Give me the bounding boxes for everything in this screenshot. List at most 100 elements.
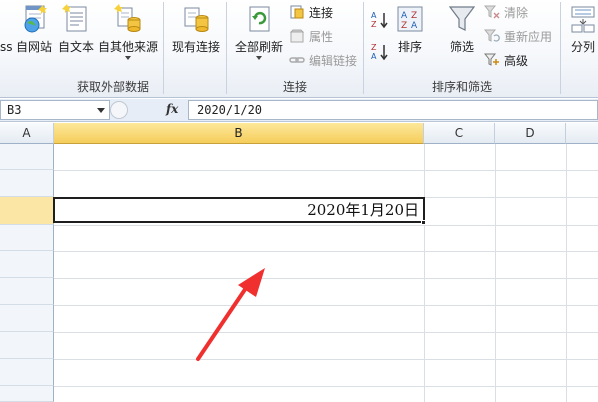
formula-controls: fx: [110, 101, 188, 119]
gridline: [54, 359, 598, 360]
gridline: [495, 144, 496, 402]
row-header[interactable]: [0, 278, 54, 305]
from-access-button-partial[interactable]: ss: [0, 37, 13, 57]
gridline: [54, 305, 598, 306]
chevron-down-icon[interactable]: [97, 108, 105, 113]
chevron-down-icon: [256, 56, 262, 60]
from-web-button[interactable]: 自网站: [12, 2, 56, 68]
clear-filter-icon: [484, 5, 500, 19]
sort-descending-button[interactable]: Z A: [370, 42, 390, 62]
clear-label: 清除: [504, 5, 529, 20]
name-box-value: B3: [7, 103, 22, 117]
clear-filter-button[interactable]: 清除: [484, 2, 528, 22]
annotation-arrow-icon: [196, 268, 265, 361]
advanced-label: 高级: [504, 53, 529, 68]
svg-text:A: A: [401, 11, 408, 21]
from-other-sources-label: 自其他来源: [97, 40, 158, 54]
filter-funnel-icon: [448, 6, 476, 31]
advanced-filter-button[interactable]: 高级: [484, 50, 528, 70]
existing-connections-button[interactable]: 现有连接: [168, 2, 224, 68]
reapply-icon: [484, 29, 500, 42]
group-connections: 全部刷新 连接 属性 编辑链接 连接: [227, 0, 363, 98]
gridline: [54, 170, 598, 171]
row-header[interactable]: [0, 170, 54, 197]
sort-ascending-icon: A Z: [371, 11, 388, 29]
connections-icon: [290, 5, 304, 19]
column-header-label: B: [234, 126, 243, 140]
row-header[interactable]: [0, 251, 54, 278]
edit-links-label: 编辑链接: [309, 53, 358, 68]
group-data-tools: 分列: [561, 0, 598, 98]
reapply-label: 重新应用: [504, 29, 553, 44]
svg-text:A: A: [411, 21, 418, 31]
svg-text:A: A: [371, 52, 377, 61]
connections-button[interactable]: 连接: [289, 2, 333, 22]
fill-handle[interactable]: [421, 220, 426, 225]
group-sort-filter: A Z Z A A Z Z A 排序 筛选 清除 重新应用 高级 排序和筛选: [364, 0, 560, 98]
group-get-external-data: ss 自网站 自文本 自其他来源 现有连接 获取外部数据: [0, 0, 226, 98]
text-to-columns-button[interactable]: 分列: [563, 2, 598, 68]
column-header-label: C: [454, 126, 464, 140]
svg-text:Z: Z: [401, 21, 407, 31]
column-header-label: D: [525, 126, 535, 140]
row-header[interactable]: [0, 305, 54, 332]
gridline: [54, 386, 598, 387]
column-header-d[interactable]: D: [495, 123, 566, 144]
column-header-c[interactable]: C: [424, 123, 495, 144]
group-label-sort-filter: 排序和筛选: [431, 80, 492, 94]
existing-connections-icon: [184, 7, 209, 32]
refresh-icon: [249, 6, 270, 32]
sort-label: 排序: [397, 40, 422, 54]
worksheet-grid[interactable]: A B C D 2020年1月20日: [0, 123, 598, 402]
link-icon: [289, 57, 305, 63]
row-header-selected[interactable]: [0, 197, 54, 225]
connections-label: 连接: [309, 5, 334, 20]
cell-b3[interactable]: 2020年1月20日: [53, 197, 425, 223]
filter-label: 筛选: [449, 40, 474, 54]
sort-dialog-icon: A Z Z A: [397, 6, 423, 32]
row-header[interactable]: [0, 144, 54, 170]
filter-button[interactable]: 筛选: [442, 2, 482, 68]
name-box[interactable]: B3: [0, 100, 110, 120]
insert-function-icon[interactable]: fx: [166, 102, 178, 116]
properties-label: 属性: [309, 29, 334, 44]
properties-button[interactable]: 属性: [289, 26, 333, 46]
row-header[interactable]: [0, 359, 54, 386]
column-header-e[interactable]: [566, 123, 598, 144]
edit-links-button[interactable]: 编辑链接: [289, 50, 357, 70]
text-file-icon: [62, 4, 87, 32]
from-other-sources-button[interactable]: 自其他来源: [96, 2, 160, 68]
column-header-a[interactable]: A: [0, 123, 54, 144]
advanced-filter-icon: [484, 53, 499, 66]
sort-button[interactable]: A Z Z A 排序: [392, 2, 428, 68]
row-header[interactable]: [0, 225, 54, 251]
svg-text:Z: Z: [371, 43, 377, 52]
svg-text:Z: Z: [371, 20, 377, 29]
text-to-columns-label: 分列: [570, 40, 595, 54]
gridline: [424, 144, 425, 402]
cancel-entry-button[interactable]: [110, 101, 128, 119]
formula-bar: B3 fx 2020/1/20: [0, 99, 598, 122]
gridline: [566, 144, 567, 402]
svg-text:A: A: [371, 11, 377, 20]
from-text-button[interactable]: 自文本: [56, 2, 96, 68]
sort-descending-icon: Z A: [371, 43, 388, 61]
properties-icon: [289, 29, 305, 43]
group-label-connections: 连接: [282, 80, 307, 94]
refresh-all-label: 全部刷新: [234, 40, 283, 54]
formula-value: 2020/1/20: [197, 103, 263, 117]
gridline: [54, 225, 598, 226]
formula-input[interactable]: 2020/1/20: [188, 100, 598, 120]
refresh-all-button[interactable]: 全部刷新: [231, 2, 287, 68]
gridline: [54, 332, 598, 333]
svg-text:Z: Z: [411, 11, 417, 21]
row-header[interactable]: [0, 386, 54, 402]
column-header-label: A: [22, 126, 31, 140]
sort-ascending-button[interactable]: A Z: [370, 10, 390, 30]
existing-connections-label: 现有连接: [171, 40, 220, 54]
reapply-button[interactable]: 重新应用: [484, 26, 552, 46]
ribbon: ss 自网站 自文本 自其他来源 现有连接 获取外部数据 全部刷新 连接 属性 …: [0, 0, 598, 98]
column-header-b[interactable]: B: [54, 123, 424, 144]
row-header[interactable]: [0, 332, 54, 359]
other-sources-icon: [114, 4, 141, 32]
